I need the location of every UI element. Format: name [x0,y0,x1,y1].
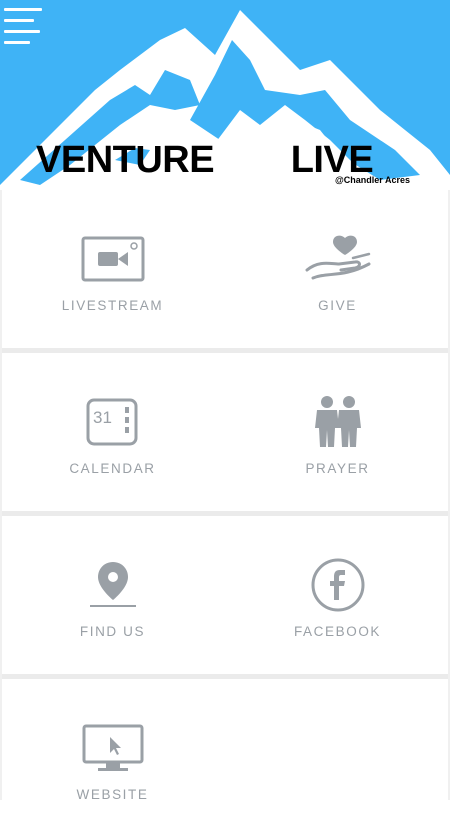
livestream-label: LIVESTREAM [61,298,164,313]
find-us-label: FIND US [79,624,146,639]
left-edge-border [0,190,2,800]
prayer-tile[interactable]: PRAYER [225,353,450,511]
map-pin-icon [78,560,148,610]
logo-word-app: APP [214,139,291,181]
app-header: VENTUREAPPLIVE @Chandler Acres [0,0,450,190]
monitor-cursor-icon [78,723,148,773]
video-camera-icon [78,234,148,284]
hamburger-menu-button[interactable] [4,6,44,44]
logo-word-venture: VENTURE [36,139,215,181]
calendar-icon: 31 [78,397,148,447]
prayer-label: PRAYER [305,461,370,476]
grid-row-1: LIVESTREAM GIVE [0,190,450,348]
calendar-tile[interactable]: 31 CALENDAR [0,353,225,511]
find-us-tile[interactable]: FIND US [0,516,225,674]
grid-row-2: 31 CALENDAR PRAYER [0,353,450,511]
church-handle: @Chandler Acres [335,175,410,185]
give-label: GIVE [318,298,357,313]
website-tile[interactable]: WEBSITE [0,679,225,837]
livestream-tile[interactable]: LIVESTREAM [0,190,225,348]
calendar-label: CALENDAR [69,461,156,476]
facebook-label: FACEBOOK [293,624,382,639]
grid-row-4: WEBSITE [0,679,450,837]
give-tile[interactable]: GIVE [225,190,450,348]
feature-grid: LIVESTREAM GIVE 31 CALENDAR PRAYER FIND … [0,190,450,802]
facebook-tile[interactable]: FACEBOOK [225,516,450,674]
calendar-icon-day: 31 [93,408,112,427]
grid-row-3: FIND US FACEBOOK [0,516,450,674]
people-icon [303,396,373,447]
facebook-icon [303,558,373,612]
app-logo-text: VENTUREAPPLIVE [36,139,374,181]
heart-in-hand-icon [303,234,373,284]
